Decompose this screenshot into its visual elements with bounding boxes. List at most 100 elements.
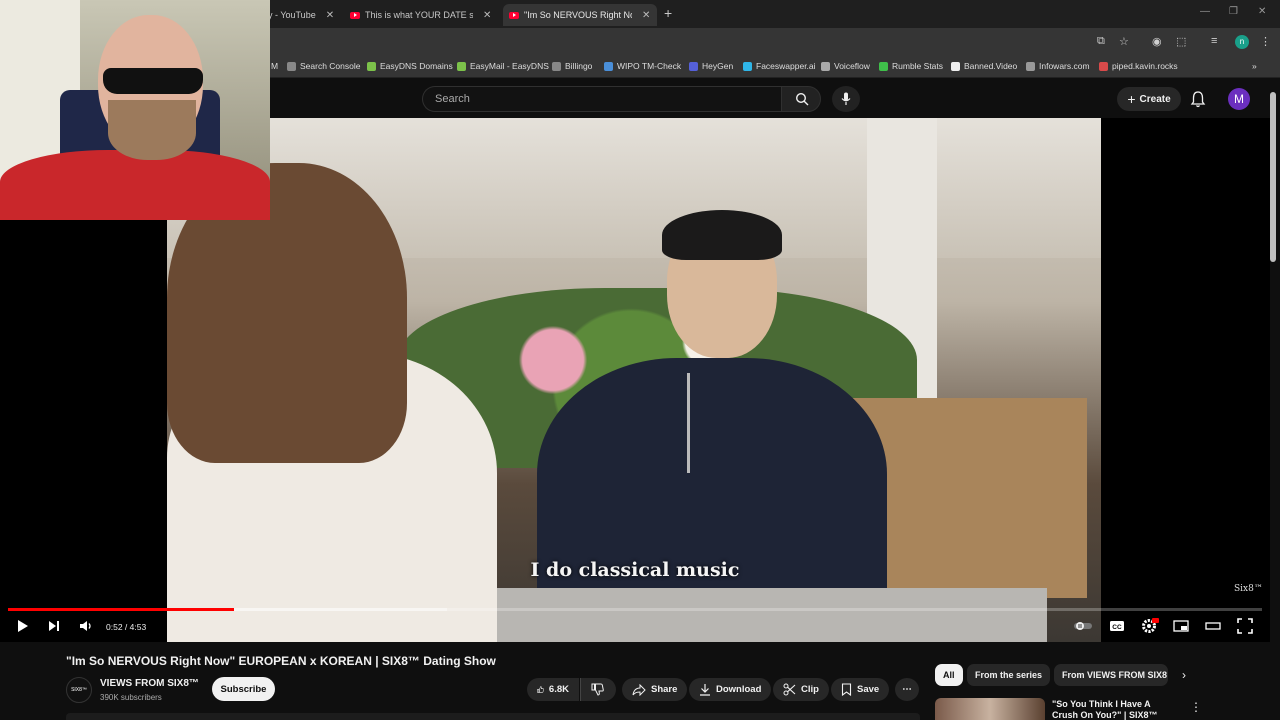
user-avatar[interactable]: M xyxy=(1228,88,1250,110)
download-label: Download xyxy=(716,684,762,695)
sweater-zipper xyxy=(687,373,690,473)
dislike-button[interactable] xyxy=(580,678,616,701)
channel-watermark[interactable]: Six8™ xyxy=(1234,584,1263,594)
voice-search-button[interactable] xyxy=(832,86,860,112)
chip-from-channel[interactable]: From VIEWS FROM SIX8 xyxy=(1054,664,1168,686)
browser-profile-avatar[interactable]: n xyxy=(1235,35,1249,49)
play-button[interactable] xyxy=(16,618,30,639)
bookmark-item[interactable]: Infowars.com xyxy=(1026,61,1090,71)
bookmark-icon xyxy=(604,61,613,71)
theater-mode-button[interactable] xyxy=(1205,618,1221,639)
youtube-icon xyxy=(509,11,519,19)
download-icon xyxy=(700,684,710,696)
bookmark-icon xyxy=(367,61,376,71)
channel-avatar[interactable]: SIX8™ xyxy=(66,677,92,703)
bookmark-item[interactable]: M xyxy=(271,61,278,71)
share-icon xyxy=(632,683,646,696)
chevron-right-icon[interactable]: › xyxy=(1182,668,1186,682)
scene-table xyxy=(467,588,1047,642)
clip-button[interactable]: Clip xyxy=(773,678,829,701)
search-input[interactable]: Search xyxy=(422,86,782,112)
bookmark-item[interactable]: Search Console xyxy=(287,61,360,71)
more-vertical-icon[interactable]: ⋮ xyxy=(1190,700,1202,714)
close-icon[interactable]: ✕ xyxy=(326,10,334,21)
volume-icon xyxy=(80,621,91,631)
maximize-icon[interactable]: ❐ xyxy=(1229,6,1238,17)
miniplayer-button[interactable] xyxy=(1173,618,1189,639)
video-title: "Im So NERVOUS Right Now" EUROPEAN x KOR… xyxy=(66,654,496,668)
bookmark-item[interactable]: Rumble Stats xyxy=(879,61,943,71)
bookmark-icon xyxy=(1026,61,1035,71)
minimize-icon[interactable]: — xyxy=(1200,6,1210,17)
webcam-sunglasses xyxy=(103,68,203,94)
window-close-icon[interactable]: ✕ xyxy=(1258,6,1266,17)
bookmark-icon xyxy=(287,61,296,71)
browser-tab[interactable]: This is what YOUR DATE should ✕ xyxy=(344,4,500,26)
svg-text:CC: CC xyxy=(1112,624,1122,631)
next-button[interactable] xyxy=(47,618,61,639)
save-button[interactable]: Save xyxy=(831,678,890,701)
volume-button[interactable] xyxy=(78,618,94,639)
media-controls-icon[interactable]: ≡ xyxy=(1211,35,1217,47)
webcam-shirt xyxy=(0,150,270,220)
browser-tab[interactable]: y - YouTube ✕ xyxy=(262,4,342,26)
theater-mode-icon xyxy=(1205,622,1221,630)
create-button[interactable]: + Create xyxy=(1117,87,1181,111)
bookmark-icon xyxy=(951,61,960,71)
tab-title: y - YouTube xyxy=(268,10,316,20)
bookmark-item[interactable]: piped.kavin.rocks xyxy=(1099,61,1178,71)
extension-shield-icon[interactable]: ◉ xyxy=(1152,35,1162,48)
bookmark-icon xyxy=(879,61,888,71)
bookmark-item[interactable]: EasyMail - EasyDNS xyxy=(457,61,549,71)
subtitles-button[interactable]: CC xyxy=(1109,618,1125,639)
browser-menu-icon[interactable]: ⋮ xyxy=(1260,35,1271,48)
new-tab-icon[interactable]: + xyxy=(664,5,672,21)
bookmark-item[interactable]: EasyDNS Domains xyxy=(367,61,453,71)
like-button[interactable]: 6.8K xyxy=(527,678,579,701)
save-playlist-icon xyxy=(841,683,852,696)
extensions-icon[interactable]: ⬚ xyxy=(1176,35,1186,48)
progress-bar[interactable] xyxy=(8,608,1262,611)
clip-label: Clip xyxy=(801,684,819,695)
bookmark-item[interactable]: Banned.Video xyxy=(951,61,1017,71)
share-button[interactable]: Share xyxy=(622,678,688,701)
download-button[interactable]: Download xyxy=(689,678,772,701)
more-actions-button[interactable]: ⋯ xyxy=(895,678,919,701)
more-horizontal-icon: ⋯ xyxy=(902,684,912,695)
page-scrollbar[interactable] xyxy=(1270,92,1276,262)
recommendation-title[interactable]: "So You Think I Have A Crush On You?" | … xyxy=(1052,699,1176,720)
youtube-icon xyxy=(350,11,360,19)
description-box-top[interactable] xyxy=(66,713,920,720)
channel-name[interactable]: VIEWS FROM SIX8™ xyxy=(100,678,199,689)
play-icon xyxy=(18,620,28,632)
install-app-icon[interactable]: ⧉ xyxy=(1097,35,1105,48)
search-button[interactable] xyxy=(781,86,821,112)
notifications-button[interactable] xyxy=(1190,90,1206,113)
share-label: Share xyxy=(651,684,678,695)
time-display: 0:52 / 4:53 xyxy=(106,622,147,632)
autoplay-icon xyxy=(1074,622,1092,630)
settings-button[interactable] xyxy=(1141,618,1159,639)
browser-tab-active[interactable]: "Im So NERVOUS Right Now" E ✕ xyxy=(503,4,657,26)
bookmark-item[interactable]: HeyGen xyxy=(689,61,733,71)
scissors-icon xyxy=(783,683,796,696)
more-bookmarks-icon[interactable]: » xyxy=(1252,61,1257,71)
recommendation-thumbnail[interactable] xyxy=(935,698,1045,720)
bookmark-star-icon[interactable]: ☆ xyxy=(1119,35,1129,48)
bookmark-item[interactable]: Billingo xyxy=(552,61,592,71)
bookmark-item[interactable]: Voiceflow xyxy=(821,61,870,71)
close-icon[interactable]: ✕ xyxy=(642,10,650,21)
close-icon[interactable]: ✕ xyxy=(483,10,491,21)
gear-icon xyxy=(1142,618,1159,633)
subscribe-button[interactable]: Subscribe xyxy=(212,677,275,701)
chip-all[interactable]: All xyxy=(935,664,963,686)
autoplay-toggle[interactable] xyxy=(1073,618,1093,639)
closed-captions-icon: CC xyxy=(1110,621,1124,631)
chip-from-series[interactable]: From the series xyxy=(967,664,1051,686)
bookmark-item[interactable]: Faceswapper.ai xyxy=(743,61,816,71)
video-caption: I do classical music xyxy=(530,559,740,581)
fullscreen-button[interactable] xyxy=(1237,618,1253,639)
bookmark-item[interactable]: WIPO TM-Check xyxy=(604,61,681,71)
bookmark-icon xyxy=(552,61,561,71)
thumbs-up-icon xyxy=(537,686,544,693)
